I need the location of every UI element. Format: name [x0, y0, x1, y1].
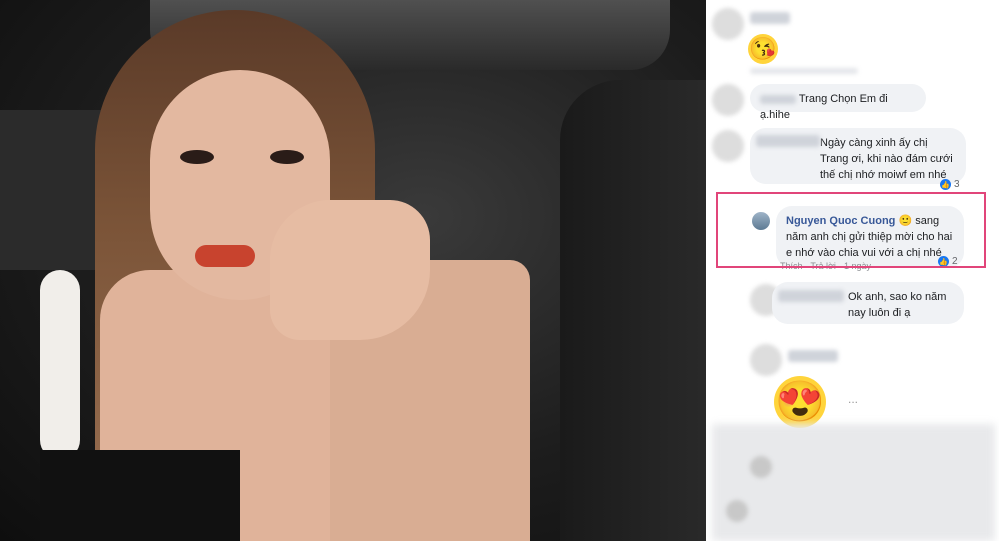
selfie-photo — [0, 0, 706, 541]
kiss-emoji-icon: 😘 — [748, 34, 778, 64]
like-count[interactable]: 👍 3 — [940, 179, 960, 190]
blurred-comments — [712, 424, 995, 541]
avatar — [726, 500, 748, 522]
blurred-name — [750, 12, 790, 24]
eye-left — [180, 150, 214, 164]
heart-eyes-emoji-icon: 😍 — [774, 376, 826, 428]
blurred-name — [788, 350, 838, 362]
lips — [195, 245, 255, 267]
blurred-name — [760, 94, 796, 104]
comment-bubble: Trang Chọn Em đi ạ.hihe — [750, 84, 926, 121]
eye-right — [270, 150, 304, 164]
avatar — [750, 456, 772, 478]
comment-text: Ok anh, sao ko năm nay luôn đi ạ — [848, 291, 947, 319]
black-top — [40, 450, 240, 541]
avatar[interactable] — [712, 8, 744, 40]
comment-panel: 😘 Trang Chọn Em đi ạ.hihe Ngày càng xinh… — [706, 0, 999, 541]
blurred-name — [778, 290, 844, 302]
comment-bubble: Ok anh, sao ko năm nay luôn đi ạ — [772, 282, 964, 324]
avatar[interactable] — [712, 84, 744, 116]
blurred-name — [756, 135, 820, 147]
avatar[interactable] — [712, 130, 744, 162]
avatar[interactable] — [750, 344, 782, 376]
highlight-box — [716, 192, 986, 268]
hand — [270, 200, 430, 340]
car-seat-right — [560, 80, 706, 541]
top-strap — [40, 270, 80, 460]
comment-text: Ngày càng xinh ấy chị Trang ơi, khi nào … — [820, 137, 953, 181]
more-icon[interactable]: ... — [848, 392, 858, 406]
blurred-meta — [750, 68, 858, 74]
like-icon: 👍 — [940, 179, 951, 190]
